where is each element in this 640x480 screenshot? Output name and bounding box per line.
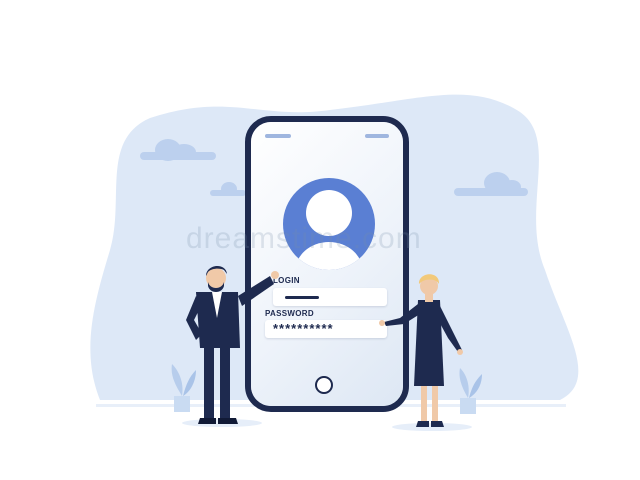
watermark: dreamstime.com: [186, 222, 422, 255]
login-illustration: LOGIN PASSWORD ********** dreamstime.com: [0, 0, 640, 480]
woman-in-dress: [379, 274, 472, 431]
man-in-suit: [182, 265, 279, 427]
